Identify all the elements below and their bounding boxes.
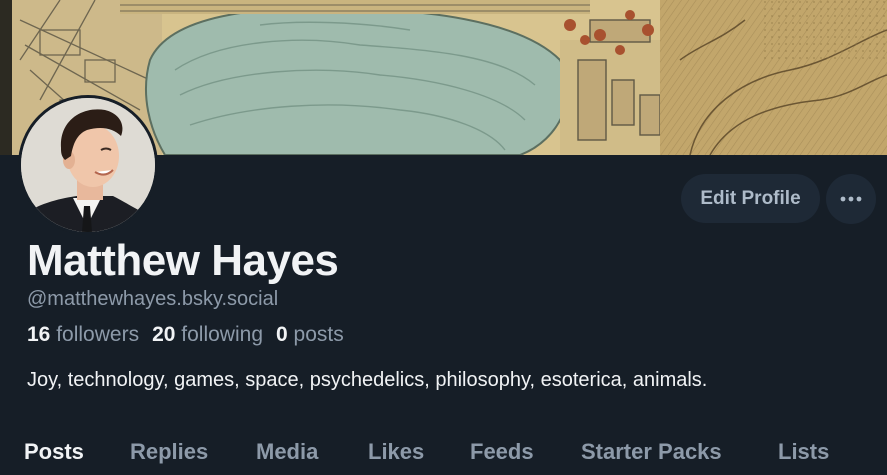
profile-display-name: Matthew Hayes <box>27 236 339 285</box>
tab-media[interactable]: Media <box>256 439 318 465</box>
followers-count: 16 <box>27 323 51 346</box>
following-label: following <box>181 323 263 346</box>
tab-starter-packs[interactable]: Starter Packs <box>581 439 722 465</box>
tab-replies[interactable]: Replies <box>130 439 208 465</box>
profile-handle: @matthewhayes.bsky.social <box>27 288 279 310</box>
ellipsis-icon <box>840 196 862 202</box>
followers-label: followers <box>56 323 140 346</box>
posts-label: posts <box>293 323 344 346</box>
profile-avatar[interactable] <box>18 95 158 235</box>
following-link[interactable]: 20 following <box>152 323 263 347</box>
avatar-photo <box>21 98 155 232</box>
tab-feeds[interactable]: Feeds <box>470 439 534 465</box>
tab-lists[interactable]: Lists <box>778 439 829 465</box>
tab-likes[interactable]: Likes <box>368 439 424 465</box>
profile-tabs: Posts Replies Media Likes Feeds Starter … <box>0 437 887 475</box>
followers-link[interactable]: 16 followers <box>27 323 139 347</box>
tab-posts[interactable]: Posts <box>24 439 84 465</box>
following-count: 20 <box>152 323 176 346</box>
posts-stat: 0 posts <box>276 323 344 347</box>
edit-profile-button[interactable]: Edit Profile <box>681 174 820 223</box>
profile-stats: 16 followers 20 following 0 posts <box>27 323 357 347</box>
more-options-button[interactable] <box>826 174 876 224</box>
profile-page: Edit Profile Matthew Hayes @matthewhayes… <box>0 0 887 475</box>
profile-bio: Joy, technology, games, space, psychedel… <box>27 369 708 391</box>
posts-count: 0 <box>276 323 288 346</box>
edit-profile-label: Edit Profile <box>700 187 801 209</box>
